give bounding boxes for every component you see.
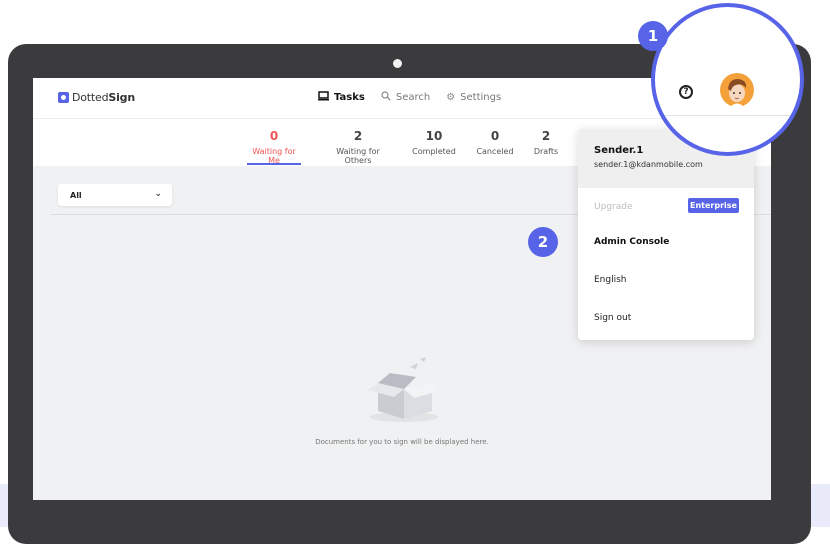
logo-mark-icon xyxy=(58,92,69,103)
menu-upgrade: Upgrade xyxy=(594,202,633,212)
account-name: Sender.1 xyxy=(594,145,644,156)
tab-label: Canceled xyxy=(476,147,514,156)
tab-waiting-for-me[interactable]: 0 Waiting for Me xyxy=(247,129,301,165)
nav-search-label: Search xyxy=(395,92,431,103)
camera-dot xyxy=(393,59,402,68)
plan-badge: Enterprise xyxy=(688,198,739,213)
nav-search[interactable]: Search xyxy=(381,91,430,104)
main-nav: Tasks Search ⚙ Settings xyxy=(318,91,501,104)
logo[interactable]: DottedSign xyxy=(58,91,135,104)
filter-value: All xyxy=(70,191,82,200)
tab-label: Completed xyxy=(412,147,456,156)
chevron-down-icon: ⌄ xyxy=(154,189,162,199)
empty-state-message: Documents for you to sign will be displa… xyxy=(315,438,489,446)
nav-tasks-label: Tasks xyxy=(334,92,365,103)
step-badge-1: 1 xyxy=(638,21,668,51)
menu-admin-console[interactable]: Admin Console xyxy=(594,237,669,247)
logo-suffix: Sign xyxy=(108,91,135,104)
tab-count: 10 xyxy=(425,129,443,143)
tab-completed[interactable]: 10 Completed xyxy=(411,129,457,156)
logo-prefix: Dotted xyxy=(72,91,109,104)
tab-count: 2 xyxy=(541,129,551,143)
menu-language[interactable]: English xyxy=(594,275,627,285)
callout-magnifier: ? xyxy=(651,3,804,156)
nav-settings-label: Settings xyxy=(460,92,502,103)
tab-waiting-for-others[interactable]: 2 Waiting for Others xyxy=(323,129,393,165)
step-badge-2: 2 xyxy=(528,227,558,257)
gear-icon: ⚙ xyxy=(446,91,456,103)
nav-tasks[interactable]: Tasks xyxy=(318,91,365,104)
avatar[interactable] xyxy=(720,73,754,111)
tab-drafts[interactable]: 2 Drafts xyxy=(531,129,561,156)
tab-count: 0 xyxy=(490,129,500,143)
callout-divider xyxy=(655,115,800,116)
tab-label: Drafts xyxy=(533,147,559,156)
empty-box-icon xyxy=(360,355,448,431)
help-icon[interactable]: ? xyxy=(679,85,693,99)
account-menu: Sender.1 sender.1@kdanmobile.com Upgrade… xyxy=(578,129,754,340)
tab-canceled[interactable]: 0 Canceled xyxy=(475,129,515,156)
tab-label: Waiting for Me xyxy=(252,147,296,165)
tab-label: Waiting for Others xyxy=(336,147,380,165)
menu-sign-out[interactable]: Sign out xyxy=(594,313,631,323)
tab-count: 2 xyxy=(353,129,363,143)
monitor-icon xyxy=(318,91,329,104)
tab-count: 0 xyxy=(269,129,279,143)
nav-settings[interactable]: ⚙ Settings xyxy=(446,91,501,104)
search-icon xyxy=(381,91,391,104)
account-email: sender.1@kdanmobile.com xyxy=(594,160,703,169)
filter-select[interactable]: All ⌄ xyxy=(58,184,172,206)
